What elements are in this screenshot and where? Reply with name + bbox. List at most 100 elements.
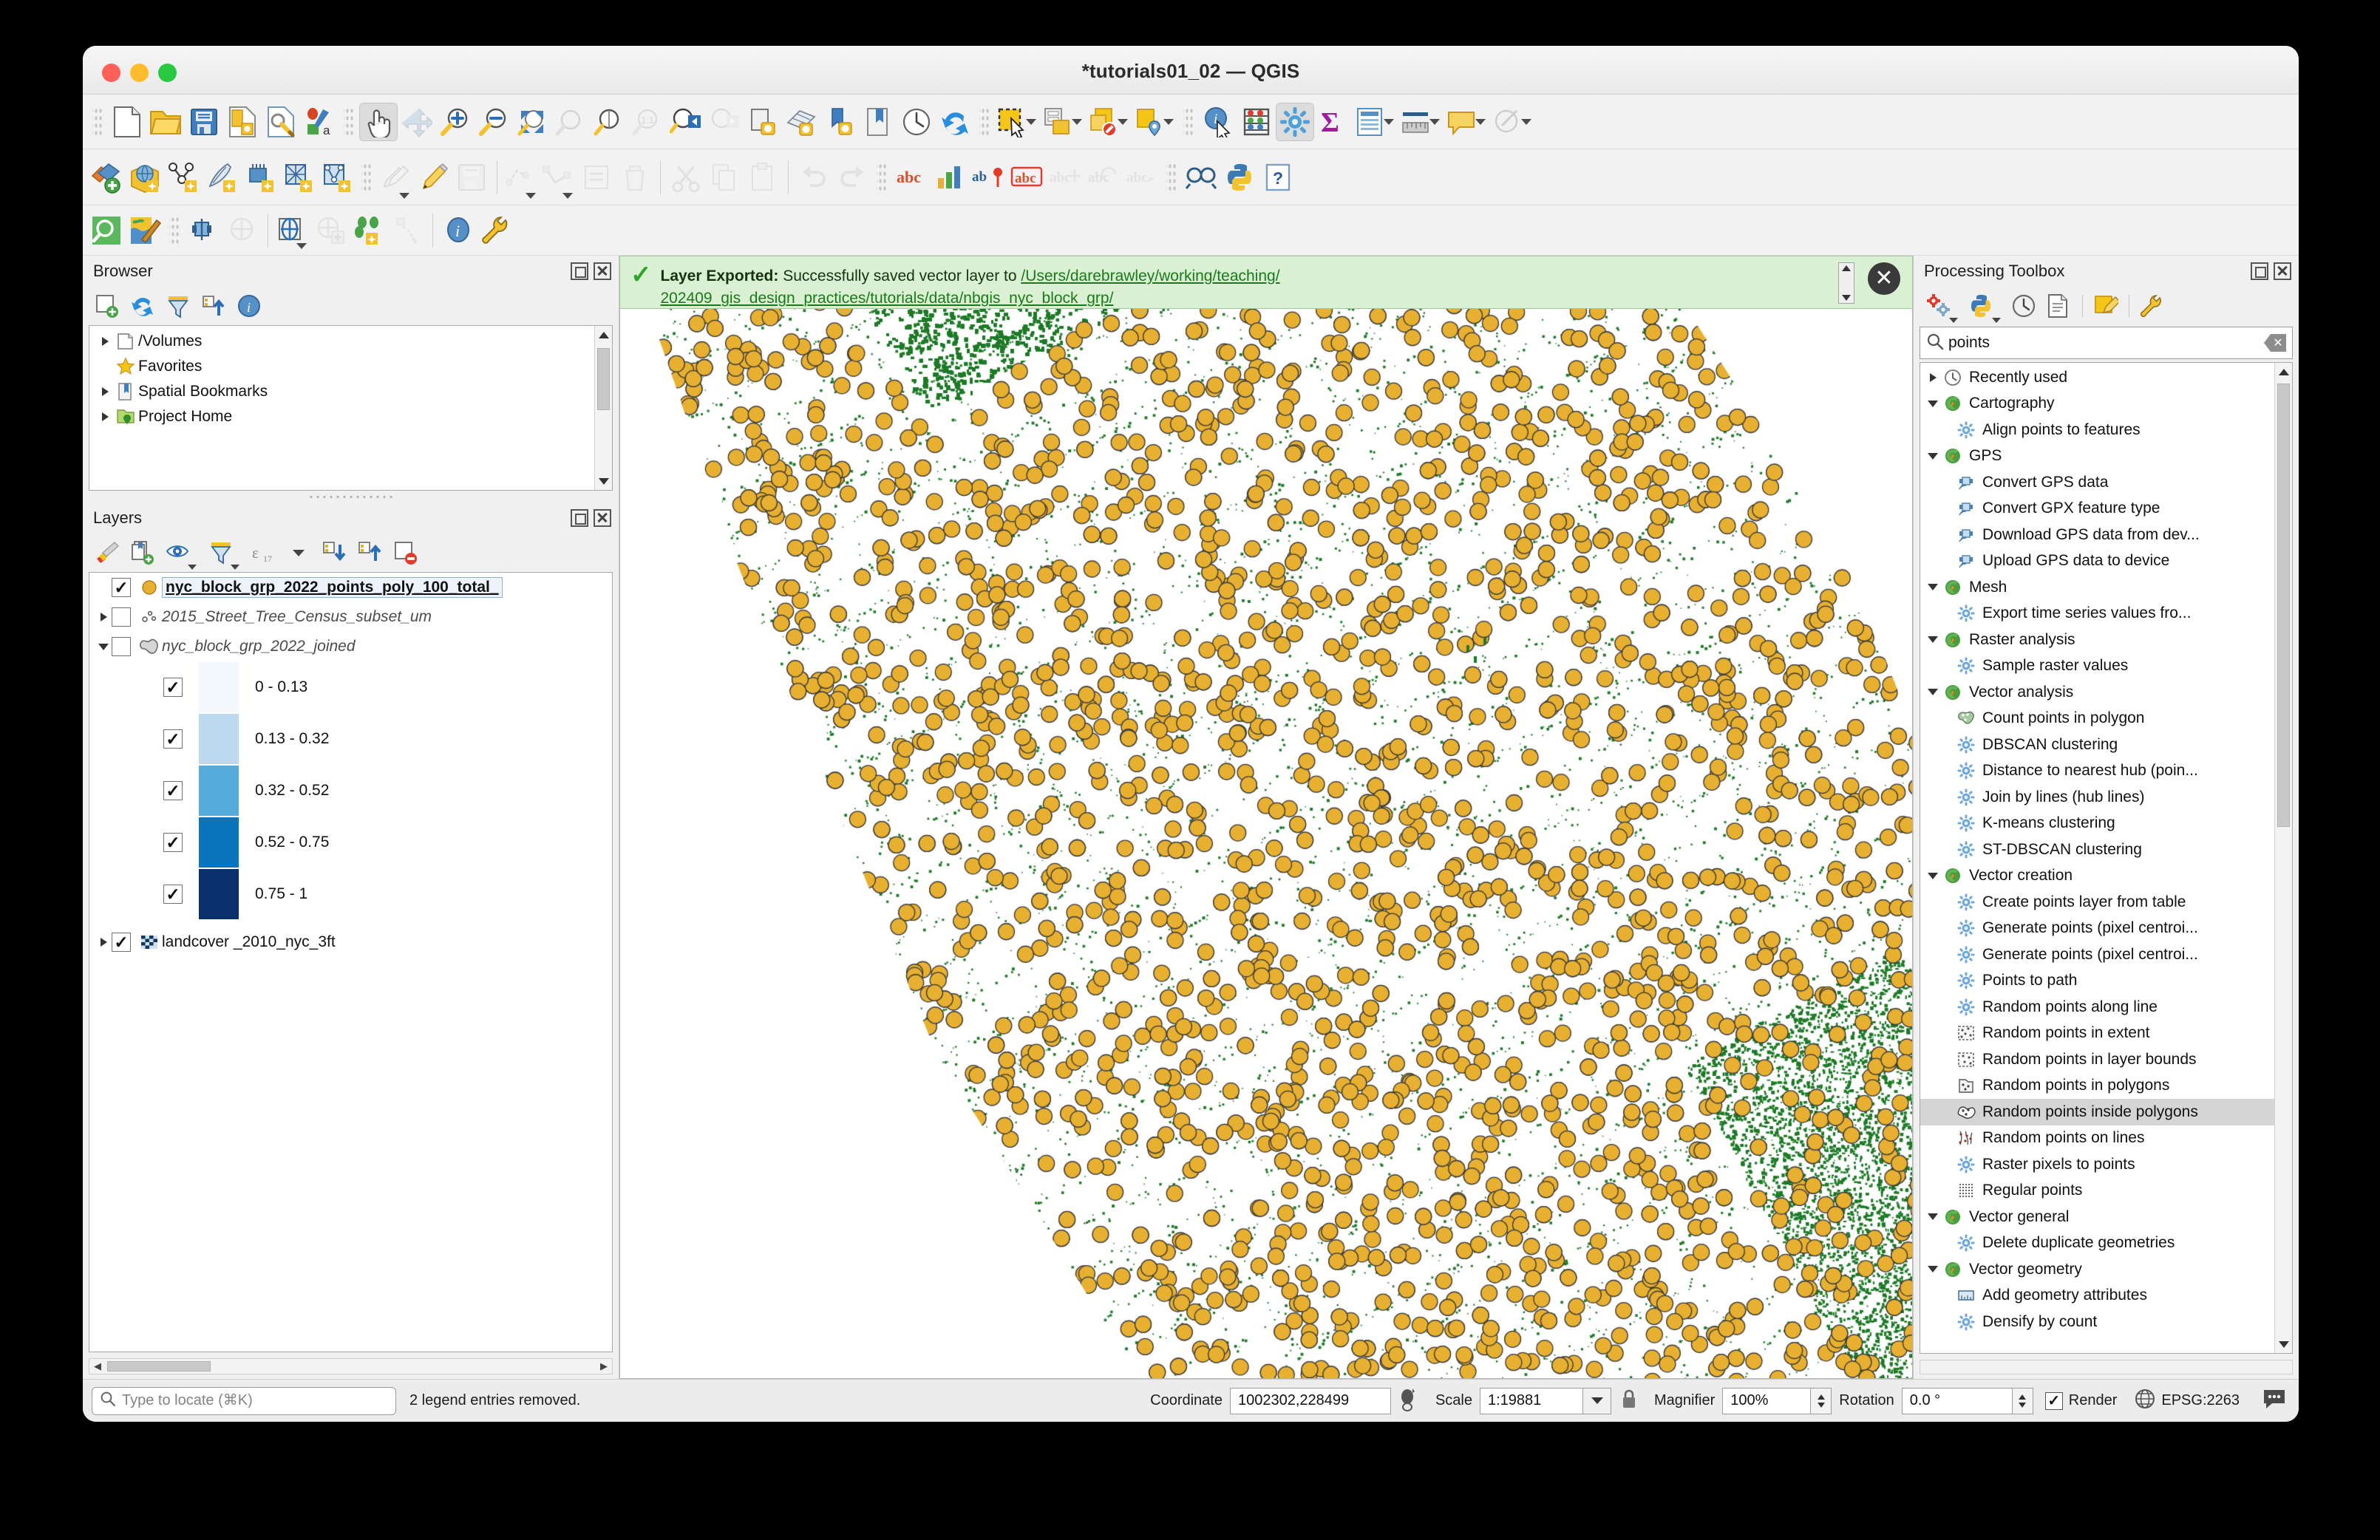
collapse-arrow-icon[interactable] (1925, 400, 1941, 407)
legend-class-row[interactable]: 0.52 - 0.75 (89, 817, 612, 868)
add-feature-icon[interactable] (503, 158, 537, 197)
edit-note-icon[interactable] (2093, 293, 2121, 318)
zoom-in-icon[interactable] (436, 103, 475, 141)
processing-horizontal-scrollbar[interactable] (1920, 1360, 2293, 1374)
statistical-summary-icon[interactable] (1237, 103, 1276, 141)
magnifier-value[interactable]: 100% (1722, 1387, 1812, 1414)
crs-label[interactable]: EPSG:2263 (2161, 1392, 2240, 1409)
add-vector-layer-icon[interactable] (164, 158, 203, 197)
python-console-icon[interactable] (1220, 158, 1259, 197)
scroll-thumb[interactable] (597, 348, 610, 410)
processing-group-row[interactable]: Vector general (1920, 1204, 2274, 1230)
legend-class-checkbox[interactable] (163, 678, 183, 697)
clear-search-icon[interactable]: ✕ (2264, 334, 2286, 352)
legend-class-checkbox[interactable] (163, 781, 183, 800)
deselect-features-icon[interactable] (1087, 103, 1121, 141)
collapse-all-layers-icon[interactable] (358, 540, 383, 565)
processing-group-row[interactable]: Vector geometry (1920, 1256, 2274, 1283)
layer-visibility-checkbox[interactable] (112, 578, 131, 597)
processing-algorithm-row[interactable]: Upload GPS data to device (1920, 548, 2274, 575)
change-label-icon[interactable]: abc (1123, 158, 1161, 197)
processing-algorithm-row[interactable]: Densify by count (1920, 1309, 2274, 1335)
processing-algorithm-row[interactable]: Convert GPS data (1920, 469, 2274, 496)
scroll-track[interactable] (2275, 381, 2292, 1335)
metasearch-icon[interactable] (1182, 158, 1220, 197)
expand-all-icon[interactable] (322, 540, 347, 565)
rotate-label-icon[interactable]: abc (1084, 158, 1123, 197)
remove-layer-icon[interactable] (393, 540, 418, 565)
lock-scale-icon[interactable] (1620, 1388, 1638, 1414)
save-layer-edits-icon[interactable] (452, 158, 491, 197)
copy-features-icon[interactable] (705, 158, 744, 197)
processing-algorithm-row[interactable]: Random points in polygons (1920, 1073, 2274, 1100)
message-link-2[interactable]: 202409_gis_design_practices/tutorials/da… (661, 290, 1114, 307)
processing-algorithm-row[interactable]: Distance to nearest hub (poin... (1920, 758, 2274, 785)
processing-float-button[interactable] (2251, 262, 2268, 280)
open-layer-styling-icon[interactable] (95, 540, 120, 565)
scroll-thumb[interactable] (2277, 384, 2290, 827)
toolbar-grip[interactable] (344, 105, 354, 138)
browser-item-volumes[interactable]: /Volumes (89, 329, 594, 354)
processing-algorithm-row[interactable]: Generate points (pixel centroi... (1920, 941, 2274, 968)
locator-box[interactable] (92, 1386, 396, 1415)
browser-float-button[interactable] (571, 262, 588, 280)
processing-algorithm-row[interactable]: Sample raster values (1920, 653, 2274, 680)
processing-algorithm-row[interactable]: DBSCAN clustering (1920, 732, 2274, 758)
processing-algorithm-row[interactable]: Align points to features (1920, 417, 2274, 443)
python-scripts-icon[interactable] (1968, 293, 2001, 323)
toggle-editing-icon[interactable] (377, 158, 411, 197)
current-edits-icon[interactable] (414, 158, 452, 197)
scroll-up-icon[interactable] (2275, 363, 2292, 381)
refresh-icon[interactable] (936, 103, 974, 141)
add-selected-layers-icon[interactable] (95, 293, 120, 318)
paste-features-icon[interactable] (744, 158, 782, 197)
collapse-arrow-icon[interactable] (95, 643, 112, 650)
pin-labels-icon[interactable]: ab (969, 158, 1007, 197)
new-print-layout-icon[interactable] (223, 103, 262, 141)
processing-group-row[interactable]: GPS (1920, 443, 2274, 470)
zoom-native-icon[interactable]: 1:1 (628, 103, 667, 141)
cut-features-icon[interactable] (667, 158, 705, 197)
zoom-search-icon[interactable] (87, 211, 126, 250)
processing-toolbox-icon[interactable] (1276, 102, 1314, 141)
layers-tree[interactable]: nyc_block_grp_2022_points_poly_100_total… (89, 572, 613, 1352)
toolbar-grip[interactable] (92, 105, 103, 138)
processing-algorithm-row[interactable]: Generate points (pixel centroi... (1920, 916, 2274, 942)
collapse-arrow-icon[interactable] (1925, 872, 1941, 879)
style-paint-icon[interactable] (126, 211, 164, 250)
toolbar-grip[interactable] (1183, 105, 1194, 138)
select-value-icon[interactable] (1041, 103, 1075, 141)
open-project-icon[interactable] (146, 103, 185, 141)
scroll-thumb[interactable] (107, 1361, 211, 1372)
processing-algorithm-row[interactable]: Count points in polygon (1920, 706, 2274, 732)
help-icon[interactable]: ? (1259, 158, 1297, 197)
browser-item-favorites[interactable]: Favorites (89, 354, 594, 379)
message-scroll[interactable] (1838, 262, 1854, 304)
expand-arrow-icon[interactable] (95, 938, 112, 947)
scroll-track[interactable] (595, 344, 612, 472)
pan-map-icon[interactable] (359, 102, 398, 141)
data-source-manager-icon[interactable]: a (300, 103, 339, 141)
add-delimited-text-icon[interactable] (279, 158, 318, 197)
toolbar-grip[interactable] (1166, 160, 1177, 194)
expand-arrow-icon[interactable] (1925, 372, 1941, 382)
message-link-1[interactable]: /Users/darebrawley/working/teaching/ (1021, 268, 1279, 285)
zoom-next-icon[interactable] (705, 103, 744, 141)
filter-browser-icon[interactable] (166, 293, 191, 318)
processing-group-row[interactable]: Vector analysis (1920, 679, 2274, 706)
identify-info-icon[interactable]: i (439, 211, 477, 250)
layer-row[interactable]: 2015_Street_Tree_Census_subset_um (89, 602, 612, 632)
collapse-arrow-icon[interactable] (1925, 584, 1941, 591)
add-layer-icon[interactable] (87, 158, 126, 197)
identify-features-icon[interactable]: i (1199, 103, 1237, 141)
processing-scrollbar[interactable] (2274, 363, 2292, 1353)
locate-input[interactable] (116, 1391, 388, 1410)
layers-horizontal-scrollbar[interactable]: ◀ ▶ (89, 1358, 613, 1374)
scroll-right-icon[interactable]: ▶ (596, 1360, 612, 1372)
processing-group-row[interactable]: Vector creation (1920, 863, 2274, 890)
toolbar-grip[interactable] (979, 105, 990, 138)
legend-class-checkbox[interactable] (163, 833, 183, 852)
processing-search-box[interactable]: ✕ (1920, 327, 2293, 359)
legend-class-row[interactable]: 0.75 - 1 (89, 868, 612, 920)
history-icon[interactable] (2011, 293, 2036, 318)
